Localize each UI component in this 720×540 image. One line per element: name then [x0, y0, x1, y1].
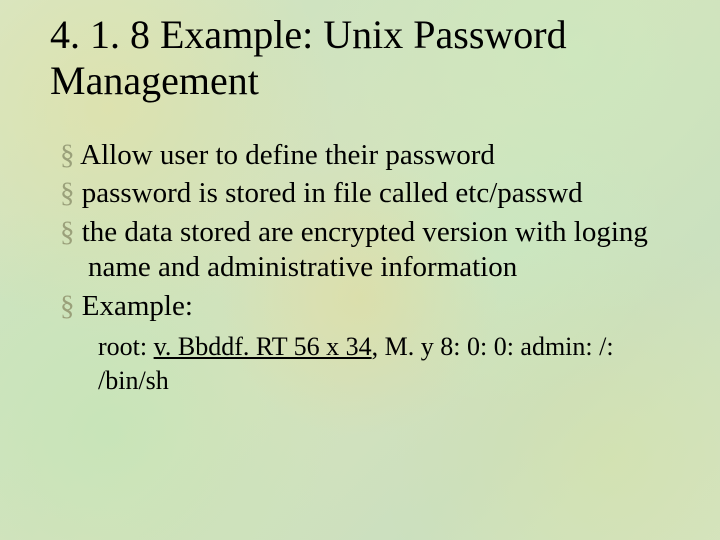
bullet-item: Allow user to define their password	[60, 138, 680, 173]
slide-title: 4. 1. 8 Example: Unix Password Managemen…	[50, 12, 680, 104]
bullet-item: password is stored in file called etc/pa…	[60, 176, 680, 211]
bullet-item: Example:	[60, 289, 680, 324]
slide: 4. 1. 8 Example: Unix Password Managemen…	[0, 0, 720, 540]
example-text-underline: v. Bbddf. RT 56 x 34	[154, 332, 372, 361]
example-line: root: v. Bbddf. RT 56 x 34, M. y 8: 0: 0…	[98, 330, 680, 398]
example-text-plain: root:	[98, 332, 154, 361]
bullet-item: the data stored are encrypted version wi…	[60, 215, 680, 286]
bullet-list: Allow user to define their password pass…	[50, 138, 680, 324]
